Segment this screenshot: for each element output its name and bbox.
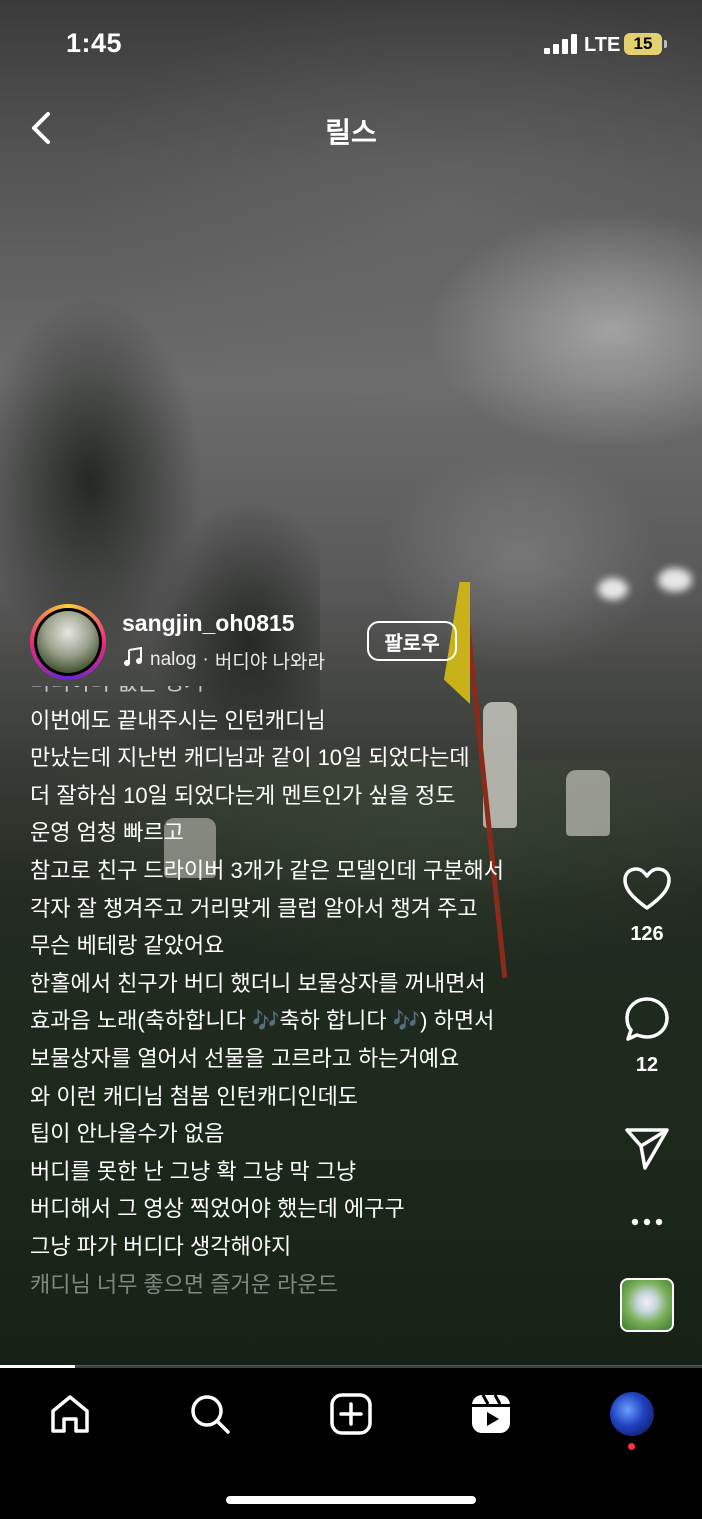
- status-time: 1:45: [66, 28, 123, 58]
- music-note-icon: [122, 646, 144, 674]
- follow-button[interactable]: 팔로우: [367, 621, 457, 661]
- like-action: 126: [612, 866, 682, 946]
- network-type: LTE: [584, 34, 621, 56]
- caption-line: 한홀에서 친구가 버디 했더니 보물상자를 꺼내면서: [30, 970, 486, 996]
- music-title: 버디야 나와라: [214, 651, 325, 673]
- battery-nub: [664, 40, 667, 48]
- caption-line: 이번에도 끝내주시는 인턴캐디님: [30, 707, 326, 733]
- caption-line: 보물상자를 열어서 선물을 고르라고 하는거예요: [30, 1045, 460, 1071]
- status-bar: 1:45 LTE 15: [0, 0, 702, 90]
- home-indicator[interactable]: [226, 1496, 476, 1504]
- caption-line: 더 잘하심 10일 되었다는게 멘트인가 싶을 정도: [30, 782, 456, 808]
- plus-square-icon[interactable]: [329, 1392, 373, 1436]
- caption-line: 캐디님 너무 좋으면 즐거운 라운드: [30, 1271, 338, 1297]
- stadium-light: [658, 568, 692, 592]
- caption-line: 버디를 못한 난 그냥 확 그냥 막 그냥: [30, 1158, 357, 1184]
- comment-bubble-icon[interactable]: [612, 995, 682, 1048]
- comment-count[interactable]: 12: [612, 1054, 682, 1077]
- music-artist: nalog: [150, 649, 197, 670]
- audio-attribution[interactable]: nalog · 버디야 나와라: [122, 646, 325, 674]
- battery-icon: 15: [624, 33, 662, 55]
- heart-icon[interactable]: [612, 866, 682, 917]
- paper-plane-icon[interactable]: [612, 1126, 682, 1177]
- comment-action: 12: [612, 995, 682, 1077]
- stadium-light: [598, 578, 628, 600]
- page-title: 릴스: [325, 117, 377, 148]
- caption-line: 각자 잘 챙겨주고 거리맞게 클럽 알아서 챙겨 주고: [30, 895, 478, 921]
- music-separator: ·: [202, 649, 209, 670]
- username[interactable]: sangjin_oh0815: [122, 610, 295, 637]
- caption-line: 와 이런 캐디님 첨봄 인턴캐디인데도: [30, 1083, 359, 1109]
- caption-line: 만났는데 지난번 캐디님과 같이 10일 되었다는데: [30, 745, 470, 771]
- caption-line: 참고로 친구 드라이버 3개가 같은 모델인데 구분해서: [30, 857, 504, 883]
- caption-line: 효과음 노래(축하합니다 🎶축하 합니다 🎶) 하면서: [30, 1008, 495, 1034]
- caption-line: 팁이 안나올수가 없음: [30, 1121, 225, 1147]
- avatar-image: [37, 611, 99, 673]
- caption-line: 버디아나 없는 경기: [30, 686, 590, 702]
- signal-icon: [544, 34, 578, 54]
- caption-line: 무슨 베테랑 같았어요: [30, 933, 225, 959]
- audio-thumbnail[interactable]: [620, 1278, 674, 1332]
- avatar[interactable]: [30, 604, 106, 680]
- caption-line: 버디해서 그 영상 찍었어야 했는데 에구구: [30, 1196, 405, 1222]
- search-icon[interactable]: [188, 1392, 232, 1436]
- notification-dot: [628, 1443, 635, 1450]
- more-dots-icon[interactable]: [612, 1212, 682, 1237]
- caption-line: 그냥 파가 버디다 생각해야지: [30, 1233, 292, 1259]
- home-icon[interactable]: [48, 1392, 92, 1436]
- caption-line: 운영 엄청 빠르고: [30, 820, 184, 846]
- reels-icon[interactable]: [469, 1392, 513, 1436]
- reel-caption[interactable]: 버디아나 없는 경기 이번에도 끝내주시는 인턴캐디님 만났는데 지난번 캐디님…: [30, 686, 590, 1322]
- like-count[interactable]: 126: [612, 923, 682, 946]
- profile-tab-avatar[interactable]: [610, 1392, 654, 1436]
